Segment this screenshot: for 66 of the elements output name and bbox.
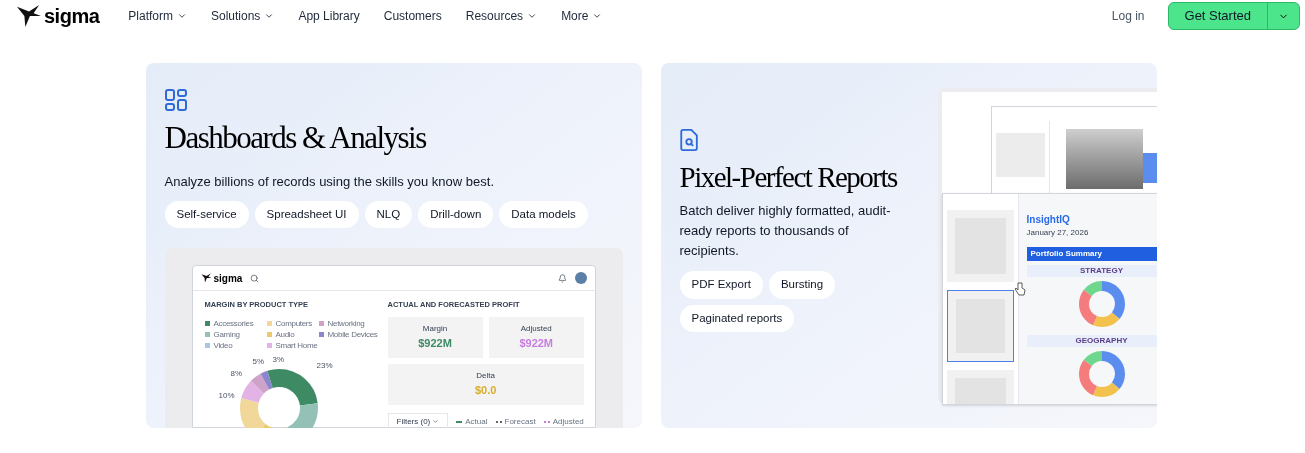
get-started-button[interactable]: Get Started (1167, 2, 1300, 30)
chevron-icon (177, 11, 187, 21)
dashboard-grid-icon (164, 89, 187, 111)
card-title: Dashboards & Analysis (164, 119, 427, 157)
bell-icon[interactable] (557, 273, 567, 283)
chevron-icon (264, 11, 275, 21)
caret-icon (432, 418, 440, 425)
metric-label: Margin (422, 322, 448, 335)
app-logo-text: sigma (213, 271, 243, 286)
section-header: STRATEGY (1026, 265, 1157, 277)
section-header: GEOGRAPHY (1026, 335, 1157, 347)
nav-link[interactable]: Customers (383, 7, 442, 25)
legend-label: Networking (327, 318, 365, 329)
logo-icon (200, 273, 212, 284)
percent-label: 23% (316, 360, 333, 371)
feature-tag: Paginated reports (679, 304, 795, 332)
report-title: InsightIQ (1026, 213, 1071, 227)
percent-label: 8% (230, 368, 243, 379)
card-description: Analyze billions of records using the skills you know best. (164, 172, 495, 191)
series-label: Adjusted (552, 415, 584, 428)
legend-label: Smart Home (275, 340, 318, 351)
donut-chart-drawing (1078, 281, 1125, 327)
feature-tag: Bursting (768, 271, 836, 299)
metric-value: $922M (519, 335, 554, 351)
feature-tag: NLQ (364, 201, 413, 229)
feature-tag: Data models (499, 201, 588, 229)
chevron-icon (592, 11, 603, 21)
percent-label: 10% (218, 390, 235, 401)
document-search-icon (679, 129, 699, 152)
percent-label: 3% (272, 354, 285, 365)
card-title: Pixel-Perfect Reports (679, 160, 897, 196)
series-label: Actual (465, 415, 488, 428)
legend-label: Accessories (213, 318, 254, 329)
legend-label: Video (213, 340, 233, 351)
feature-tag: PDF Export (679, 271, 763, 299)
metric-label: Adjusted (520, 322, 552, 335)
nav-link[interactable]: More (561, 7, 603, 25)
nav-link[interactable]: Resources (465, 7, 538, 25)
filters-button[interactable]: Filters (0) (387, 412, 449, 428)
nav-link[interactable]: Solutions (211, 7, 275, 25)
card-description: Batch deliver highly formatted, audit-ready reports to thousands of recipients. (679, 202, 892, 261)
metric-value: $922M (418, 335, 452, 351)
brand-logo-text[interactable]: sigma (44, 1, 100, 31)
avatar[interactable] (574, 272, 587, 285)
feature-tag: Self-service (164, 201, 249, 229)
series-label: Forecast (504, 415, 536, 428)
legend-label: Computers (275, 318, 312, 329)
feature-tag: Spreadsheet UI (254, 201, 359, 229)
legend-label: Audio (275, 329, 295, 340)
chevron-icon (527, 11, 538, 21)
login-link[interactable]: Log in (1111, 7, 1145, 25)
feature-tag: Drill-down (418, 201, 494, 229)
nav-link[interactable]: Platform (128, 7, 187, 25)
donut-chart-drawing (1078, 351, 1125, 397)
percent-label: 5% (252, 356, 265, 367)
page-thumbnail[interactable] (946, 210, 1014, 282)
metric-value: $0.0 (474, 382, 497, 398)
page-thumbnail[interactable] (946, 290, 1014, 362)
legend-label: Gaming (213, 329, 240, 340)
logo-icon (16, 4, 42, 28)
section-banner: Portfolio Summary (1026, 247, 1157, 261)
search-icon[interactable] (250, 273, 260, 283)
report-date: January 27, 2026 (1026, 227, 1090, 239)
metric-label: Delta (476, 369, 495, 382)
nav-link[interactable]: App Library (298, 7, 360, 25)
legend-label: Mobile Devices (327, 329, 378, 340)
